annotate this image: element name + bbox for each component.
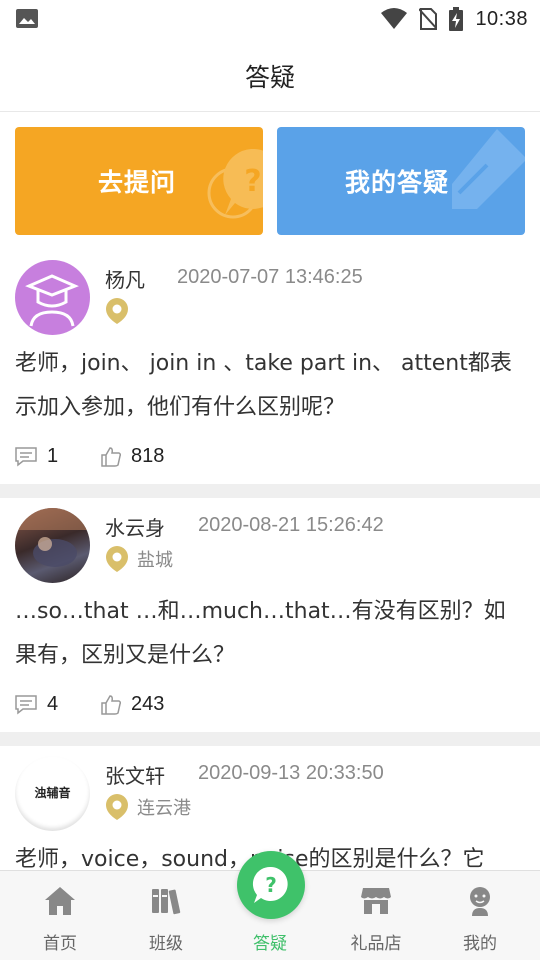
comment-icon bbox=[15, 694, 37, 715]
image-icon bbox=[16, 9, 38, 28]
shop-icon bbox=[361, 888, 391, 914]
page-header: 答疑 bbox=[0, 38, 540, 112]
person-icon bbox=[470, 887, 490, 916]
comment-count-value: 1 bbox=[47, 445, 59, 467]
tab-mine[interactable]: 我的 bbox=[426, 871, 534, 960]
comment-count-value: 4 bbox=[47, 693, 59, 715]
comment-count[interactable]: 1 bbox=[15, 445, 101, 468]
qa-center-button[interactable]: ? bbox=[237, 851, 305, 919]
post-location: 盐城 bbox=[105, 545, 173, 573]
user-avatar bbox=[15, 260, 90, 335]
user-avatar: 浊辅音 bbox=[15, 756, 90, 831]
post-separator bbox=[0, 732, 540, 746]
comment-count[interactable]: 4 bbox=[15, 693, 101, 716]
ask-question-banner[interactable]: ? 去提问 bbox=[15, 127, 263, 235]
my-questions-label: 我的答疑 bbox=[345, 168, 450, 197]
avatar-logo-text: 浊辅音 bbox=[34, 786, 71, 800]
home-icon bbox=[45, 887, 75, 915]
location-pin-icon bbox=[106, 546, 128, 572]
books-icon bbox=[152, 889, 181, 915]
post-content: …so…that …和…much…that…有没有区别？如果有，区别又是什么？ bbox=[15, 599, 506, 668]
svg-text:?: ? bbox=[265, 873, 277, 897]
tab-label: 我的 bbox=[463, 934, 497, 954]
status-time: 10:38 bbox=[475, 7, 528, 30]
like-count-value: 818 bbox=[131, 445, 165, 467]
page-title: 答疑 bbox=[244, 63, 295, 92]
post-separator bbox=[0, 484, 540, 498]
tab-home[interactable]: 首页 bbox=[6, 871, 114, 960]
tab-class[interactable]: 班级 bbox=[112, 871, 220, 960]
question-post[interactable]: 水云身 2020-08-21 15:26:42 盐城 …so…that …和…m… bbox=[0, 498, 540, 734]
like-count-value: 243 bbox=[131, 693, 165, 715]
tab-label: 答疑 bbox=[253, 934, 287, 954]
post-location: 连云港 bbox=[105, 793, 191, 821]
like-count[interactable]: 243 bbox=[101, 693, 164, 716]
username: 杨凡 bbox=[105, 268, 145, 292]
thumbs-up-icon bbox=[101, 446, 121, 467]
tab-label: 首页 bbox=[43, 934, 77, 954]
post-time: 2020-09-13 20:33:50 bbox=[198, 762, 384, 784]
pencil-icon bbox=[452, 129, 525, 209]
location-pin-icon bbox=[106, 794, 128, 820]
post-stats: 1 818 bbox=[15, 445, 164, 468]
post-time: 2020-08-21 15:26:42 bbox=[198, 514, 384, 536]
username: 张文轩 bbox=[105, 764, 165, 788]
user-avatar bbox=[15, 508, 90, 583]
like-count[interactable]: 818 bbox=[101, 445, 164, 468]
post-location bbox=[105, 297, 137, 325]
post-stats: 4 243 bbox=[15, 693, 164, 716]
photo-avatar-icon bbox=[15, 508, 90, 567]
no-sim-icon bbox=[419, 8, 438, 30]
username: 水云身 bbox=[105, 516, 165, 540]
status-bar: 10:38 bbox=[0, 0, 540, 38]
graduate-avatar-icon bbox=[25, 274, 79, 327]
location-text: 连云港 bbox=[137, 798, 191, 819]
post-time: 2020-07-07 13:46:25 bbox=[177, 266, 363, 288]
battery-charging-icon bbox=[449, 7, 464, 31]
question-bubble-icon: ? bbox=[207, 148, 263, 219]
location-pin-icon bbox=[106, 298, 128, 324]
tab-label: 班级 bbox=[149, 934, 183, 954]
my-questions-banner[interactable]: 我的答疑 bbox=[277, 127, 525, 235]
question-icon: ? bbox=[252, 866, 288, 903]
tab-gift-shop[interactable]: 礼品店 bbox=[322, 871, 430, 960]
thumbs-up-icon bbox=[101, 694, 121, 715]
post-content: 老师，join、 join in 、take part in、 attent都表… bbox=[15, 351, 512, 420]
question-post[interactable]: 杨凡 2020-07-07 13:46:25 老师，join、 join in … bbox=[0, 248, 540, 484]
svg-text:?: ? bbox=[244, 164, 261, 199]
comment-icon bbox=[15, 446, 37, 467]
wifi-icon bbox=[381, 8, 408, 29]
location-text: 盐城 bbox=[137, 550, 173, 571]
tab-label: 礼品店 bbox=[350, 934, 402, 954]
ask-question-label: 去提问 bbox=[98, 168, 177, 197]
